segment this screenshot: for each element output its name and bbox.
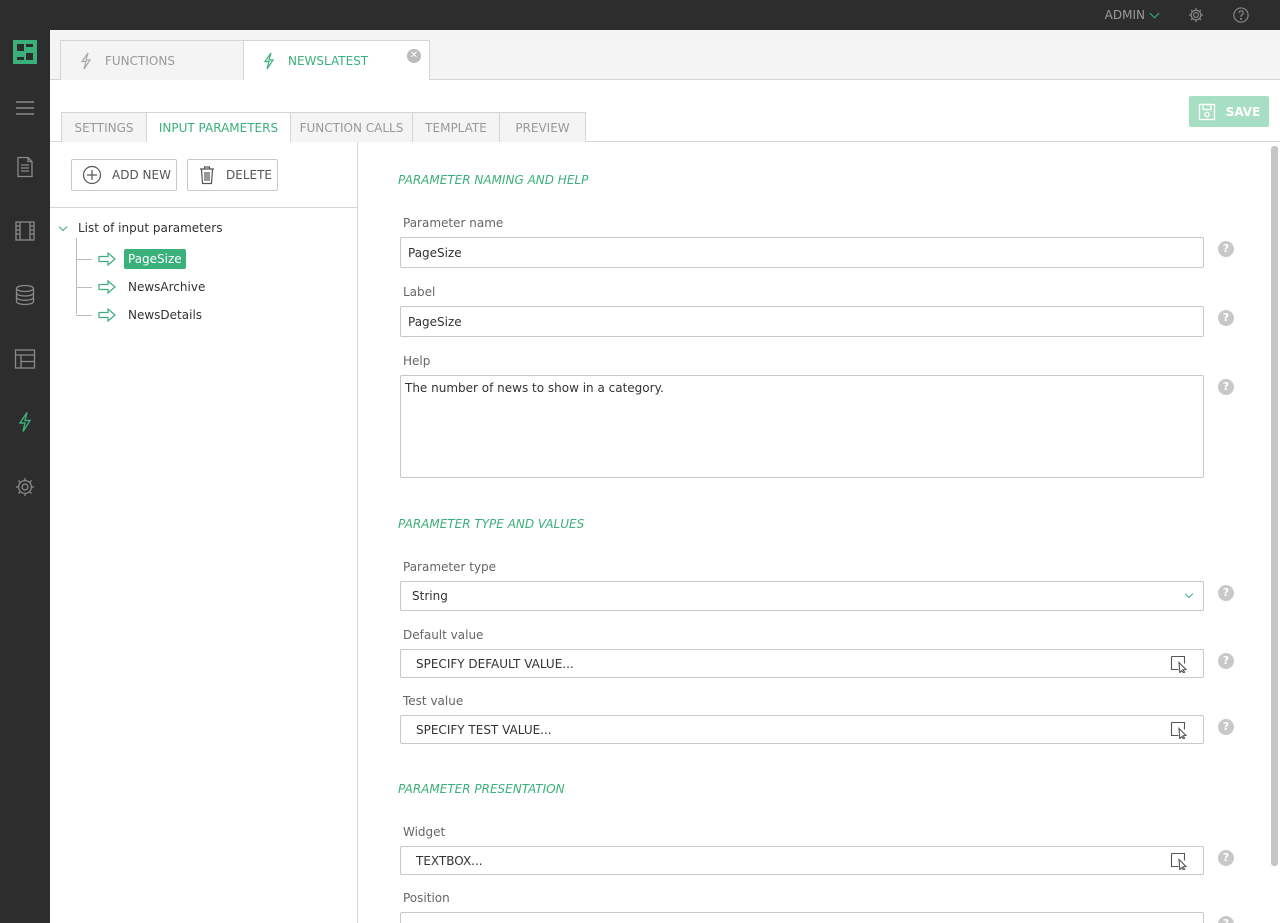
tab-preview[interactable]: PREVIEW (499, 112, 586, 142)
help-icon[interactable] (1232, 6, 1250, 24)
position-picker[interactable] (400, 912, 1204, 923)
parameter-arrow-icon (98, 308, 116, 322)
tree-root-label: List of input parameters (78, 221, 223, 235)
top-bar: ADMIN (0, 0, 1280, 30)
chevron-down-icon (1184, 589, 1194, 599)
scrollbar[interactable] (1271, 146, 1278, 866)
save-button[interactable]: SAVE (1189, 96, 1269, 127)
settings-icon[interactable] (14, 476, 36, 498)
add-new-button[interactable]: ADD NEW (71, 159, 177, 191)
tab-functions[interactable]: FUNCTIONS (60, 40, 244, 80)
tree-item-pagesize[interactable]: PageSize (76, 248, 186, 270)
media-icon[interactable] (14, 220, 36, 242)
sub-tabs: SETTINGS INPUT PARAMETERS FUNCTION CALLS… (50, 80, 1280, 143)
select-cursor-icon (1170, 721, 1188, 739)
functions-icon (263, 52, 275, 70)
test-value-picker[interactable]: SPECIFY TEST VALUE... (400, 715, 1204, 744)
chevron-down-icon (58, 222, 68, 231)
tree-item-label: PageSize (124, 249, 186, 269)
add-icon (82, 165, 102, 185)
list-toolbar: ADD NEW DELETE (50, 142, 357, 208)
tree-connector (76, 286, 92, 288)
tab-template[interactable]: TEMPLATE (412, 112, 500, 142)
parameter-name-label: Parameter name (403, 216, 504, 230)
tree-item-label: NewsArchive (128, 280, 206, 294)
gear-icon[interactable] (1187, 6, 1205, 24)
trash-icon (200, 166, 214, 185)
default-value-picker[interactable]: SPECIFY DEFAULT VALUE... (400, 649, 1204, 678)
close-icon[interactable]: ✕ (407, 49, 421, 63)
parameter-list-panel: ADD NEW DELETE List of input parameters … (50, 142, 358, 923)
section-title-naming: PARAMETER NAMING AND HELP (398, 173, 589, 187)
parameter-arrow-icon (98, 280, 116, 294)
editor-content: SETTINGS INPUT PARAMETERS FUNCTION CALLS… (50, 80, 1280, 923)
default-value-text: SPECIFY DEFAULT VALUE... (416, 656, 574, 671)
data-icon[interactable] (14, 284, 36, 306)
logo-icon[interactable] (13, 40, 37, 64)
document-tabs: FUNCTIONS NEWSLATEST ✕ (50, 30, 1280, 81)
tab-input-parameters[interactable]: INPUT PARAMETERS (146, 112, 291, 143)
position-label: Position (403, 891, 450, 905)
help-icon[interactable]: ? (1218, 379, 1234, 395)
parameter-type-label: Parameter type (403, 560, 497, 574)
select-cursor-icon (1170, 852, 1188, 870)
help-field-label: Help (403, 354, 431, 368)
functions-icon[interactable] (14, 411, 36, 433)
help-icon[interactable]: ? (1218, 653, 1234, 669)
add-new-label: ADD NEW (112, 168, 171, 182)
help-textarea[interactable]: The number of news to show in a category… (400, 375, 1204, 478)
navigation-rail (0, 30, 50, 923)
section-title-type: PARAMETER TYPE AND VALUES (398, 517, 585, 531)
tree-root[interactable]: List of input parameters (58, 221, 222, 235)
parameter-type-select[interactable]: String (400, 581, 1204, 611)
delete-button[interactable]: DELETE (187, 159, 278, 191)
label-field-label: Label (403, 285, 436, 299)
test-value-label: Test value (403, 694, 464, 708)
help-icon[interactable]: ? (1218, 310, 1234, 326)
tree-item-newsdetails[interactable]: NewsDetails (76, 304, 206, 326)
test-value-text: SPECIFY TEST VALUE... (416, 722, 552, 737)
tab-function-calls[interactable]: FUNCTION CALLS (290, 112, 413, 142)
widget-value-text: TEXTBOX... (416, 853, 483, 868)
help-icon[interactable]: ? (1218, 585, 1234, 601)
tab-label: NEWSLATEST (288, 54, 369, 68)
help-icon[interactable]: ? (1218, 719, 1234, 735)
tab-settings[interactable]: SETTINGS (61, 112, 147, 142)
main-window: FUNCTIONS NEWSLATEST ✕ SETTINGS INPUT PA… (50, 30, 1280, 923)
tab-newslatest[interactable]: NEWSLATEST ✕ (243, 40, 430, 81)
tab-label: FUNCTIONS (105, 53, 175, 68)
functions-icon (80, 52, 92, 69)
user-menu-label: ADMIN (1104, 8, 1145, 22)
parameter-name-input[interactable]: PageSize (400, 237, 1204, 268)
layout-icon[interactable] (14, 348, 36, 370)
tree-item-newsarchive[interactable]: NewsArchive (76, 276, 209, 298)
chevron-down-icon (1149, 8, 1160, 18)
label-input[interactable]: PageSize (400, 306, 1204, 337)
content-icon[interactable] (14, 156, 36, 178)
tree-connector (76, 314, 92, 316)
select-cursor-icon (1170, 655, 1188, 673)
user-menu[interactable]: ADMIN (1104, 8, 1160, 22)
parameter-arrow-icon (98, 252, 116, 266)
help-icon[interactable]: ? (1218, 850, 1234, 866)
tree-connector (76, 258, 92, 260)
parameter-type-value: String (412, 589, 448, 603)
widget-picker[interactable]: TEXTBOX... (400, 846, 1204, 875)
menu-icon[interactable] (14, 97, 36, 119)
tree-item-label: NewsDetails (128, 308, 203, 322)
help-icon[interactable]: ? (1218, 241, 1234, 257)
widget-label: Widget (403, 825, 446, 839)
delete-label: DELETE (226, 168, 273, 182)
parameter-form: PARAMETER NAMING AND HELP Parameter name… (358, 142, 1280, 923)
save-label: SAVE (1225, 104, 1261, 119)
default-value-label: Default value (403, 628, 484, 642)
section-title-presentation: PARAMETER PRESENTATION (398, 782, 565, 796)
save-icon (1198, 103, 1215, 120)
help-icon[interactable]: ? (1218, 916, 1234, 923)
